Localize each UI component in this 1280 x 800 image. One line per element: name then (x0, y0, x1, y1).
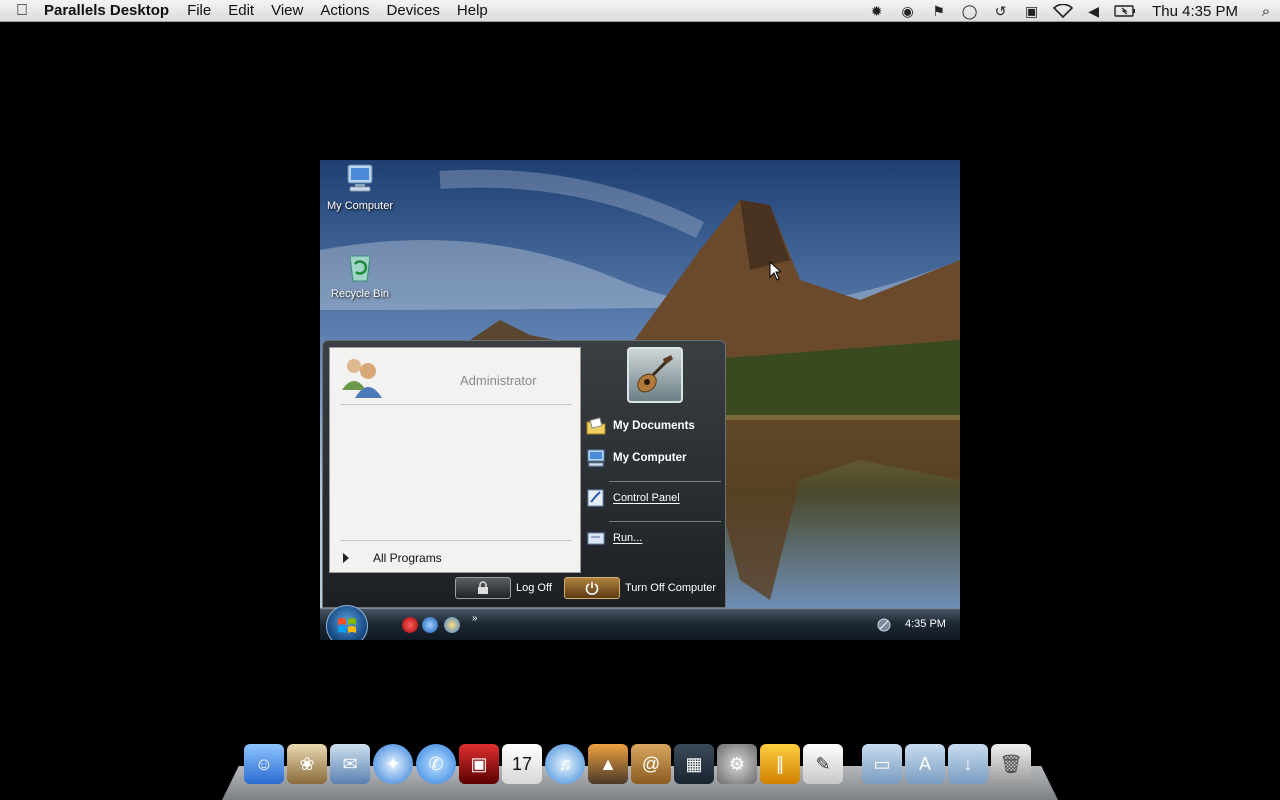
log-off-label[interactable]: Log Off (516, 582, 552, 594)
divider (340, 540, 572, 541)
turn-off-label[interactable]: Turn Off Computer (625, 582, 716, 594)
start-item-label: My Documents (613, 420, 695, 432)
menubar-status-area: ✹ ◉ ⚑ ◯ ↺ ▣ ◀ Thu 4:35 PM ⌕ (861, 0, 1280, 22)
lock-icon (478, 581, 488, 594)
system-preferences-icon[interactable]: ⚙ (717, 744, 757, 784)
flag-icon[interactable]: ⚑ (923, 0, 954, 22)
taskbar: » 4:35 PM (320, 605, 960, 640)
power-icon (585, 582, 599, 595)
menu-edit[interactable]: Edit (228, 2, 254, 19)
grid-icon[interactable]: ▣ (1016, 0, 1047, 22)
dock: ☺ ❀ ✉ ✦ ✆ ▣ 17 ♫ ▲ @ ▦ ⚙ ∥ ✎ ▭ A ↓ 🗑 (244, 744, 1034, 786)
arrow-right-icon (343, 553, 349, 563)
applications-folder-icon[interactable]: A (905, 744, 945, 784)
computer-icon (347, 164, 373, 192)
all-programs-button[interactable]: All Programs (340, 548, 572, 568)
parallels-icon[interactable]: ◉ (892, 0, 923, 22)
all-programs-label: All Programs (373, 551, 442, 565)
menu-devices[interactable]: Devices (387, 2, 440, 19)
dvd-player-icon[interactable]: ▣ (459, 744, 499, 784)
vm-screen[interactable]: My Computer Recycle Bin Administrator Al… (320, 160, 960, 640)
desktop-icon-my-computer[interactable]: My Computer (320, 162, 400, 212)
user-picture-guitar[interactable] (627, 347, 683, 403)
battery-icon[interactable] (1109, 0, 1140, 22)
computer-icon (587, 449, 605, 467)
desktop-icon-recycle-bin[interactable]: Recycle Bin (320, 250, 400, 300)
textedit-icon[interactable]: ✎ (803, 744, 843, 784)
iphoto-icon[interactable]: ▲ (588, 744, 628, 784)
mouse-cursor-icon (769, 261, 781, 281)
volume-icon[interactable]: ◀ (1078, 0, 1109, 22)
start-item-my-documents[interactable]: My Documents (585, 413, 695, 439)
log-off-button[interactable] (455, 577, 511, 599)
recycle-bin-icon (349, 255, 371, 282)
chat-icon[interactable]: ◯ (954, 0, 985, 22)
start-menu-programs-pane: Administrator All Programs (329, 347, 581, 573)
control-panel-icon (587, 489, 604, 507)
mail-icon[interactable]: ✉ (330, 744, 370, 784)
documents-icon (586, 417, 606, 435)
finder-icon[interactable]: ☺ (244, 744, 284, 784)
tray-network-icon[interactable] (876, 617, 892, 633)
apple-menu-icon[interactable]:  (0, 2, 44, 20)
divider (340, 404, 572, 405)
menubar-clock[interactable]: Thu 4:35 PM (1152, 3, 1238, 20)
app-menu[interactable]: Parallels Desktop (44, 2, 169, 19)
quicklaunch-more-icon[interactable]: » (472, 613, 478, 624)
start-item-run[interactable]: Run... (585, 525, 642, 551)
start-item-label: Control Panel (613, 492, 680, 504)
time-machine-icon[interactable]: ↺ (985, 0, 1016, 22)
trash-icon[interactable]: 🗑 (991, 744, 1031, 784)
itunes-icon[interactable]: ♫ (545, 744, 585, 784)
menu-view[interactable]: View (271, 2, 303, 19)
dock-separator (846, 744, 862, 786)
quicklaunch-ie-icon[interactable] (422, 617, 438, 633)
menu-actions[interactable]: Actions (320, 2, 369, 19)
menu-file[interactable]: File (187, 2, 211, 19)
turn-off-button[interactable] (564, 577, 620, 599)
guitar-icon (637, 355, 673, 393)
gear-icon[interactable]: ✹ (861, 0, 892, 22)
divider (609, 521, 721, 522)
start-item-label: My Computer (613, 452, 687, 464)
wifi-icon[interactable] (1047, 0, 1078, 22)
safari-icon[interactable]: ✦ (373, 744, 413, 784)
run-icon (587, 532, 605, 545)
menu-help[interactable]: Help (457, 2, 488, 19)
desktop-icon-label: Recycle Bin (330, 288, 390, 300)
quicklaunch-browser-icon[interactable] (444, 617, 460, 633)
start-button[interactable] (326, 605, 368, 640)
parallels-icon[interactable]: ∥ (760, 744, 800, 784)
divider (609, 481, 721, 482)
start-item-control-panel[interactable]: Control Panel (585, 485, 680, 511)
documents-folder-icon[interactable]: ▭ (862, 744, 902, 784)
dashboard-icon[interactable]: ▦ (674, 744, 714, 784)
preview-icon[interactable]: ❀ (287, 744, 327, 784)
mac-menu-bar:  Parallels Desktop File Edit View Actio… (0, 0, 1280, 22)
start-menu: Administrator All Programs My Documents … (322, 340, 726, 608)
start-item-label: Run... (613, 532, 643, 544)
user-name: Administrator (460, 373, 537, 388)
start-item-my-computer[interactable]: My Computer (585, 445, 686, 471)
windows-logo-icon (338, 618, 356, 633)
taskbar-clock[interactable]: 4:35 PM (905, 618, 946, 630)
user-accounts-icon (342, 359, 382, 398)
address-book-icon[interactable]: @ (631, 744, 671, 784)
downloads-folder-icon[interactable]: ↓ (948, 744, 988, 784)
desktop-icon-label: My Computer (326, 200, 394, 212)
ichat-icon[interactable]: ✆ (416, 744, 456, 784)
quicklaunch-opera-icon[interactable] (402, 617, 418, 633)
ical-icon[interactable]: 17 (502, 744, 542, 784)
spotlight-search-icon[interactable]: ⌕ (1252, 3, 1280, 20)
